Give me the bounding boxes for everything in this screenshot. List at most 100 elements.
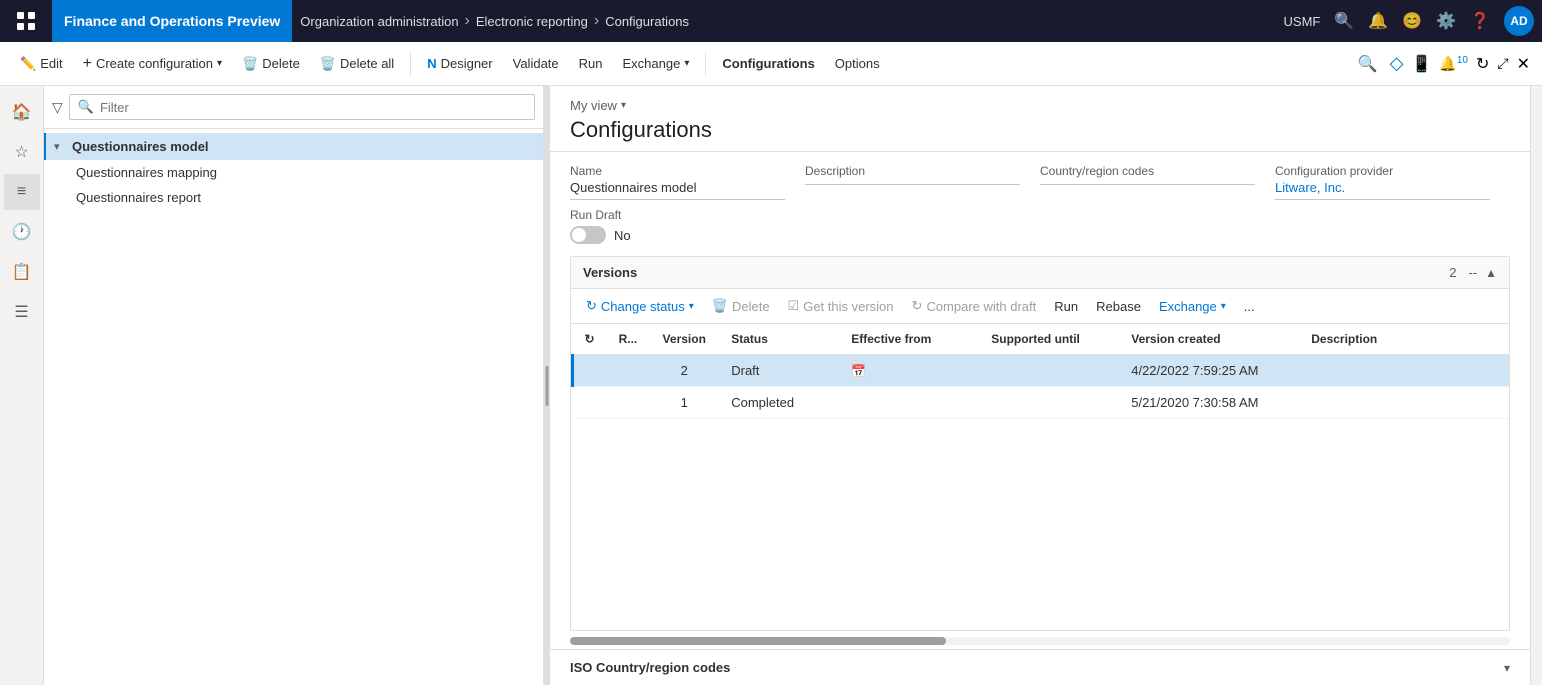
emoji-icon[interactable]: 😊 xyxy=(1402,11,1422,31)
table-header-row: ↻ R... Version Status Effective from Sup… xyxy=(573,324,1510,355)
row1-r xyxy=(607,355,650,387)
versions-header: Versions 2 -- ▲ xyxy=(571,257,1509,289)
row1-supported xyxy=(979,355,1119,387)
diamond-icon[interactable]: ◇ xyxy=(1390,53,1404,74)
refresh-icon[interactable]: ↻ xyxy=(1476,54,1489,74)
right-scrollbar[interactable] xyxy=(1530,86,1542,685)
user-company: USMF xyxy=(1284,14,1321,29)
iso-section[interactable]: ISO Country/region codes ▾ xyxy=(550,649,1530,685)
row1-effective: 📅 xyxy=(839,355,979,387)
run-draft-toggle[interactable] xyxy=(570,226,606,244)
sidebar-list-icon[interactable]: ☰ xyxy=(4,294,40,330)
compare-with-draft-button[interactable]: ↻ Compare with draft xyxy=(905,295,1044,317)
versions-collapse-icon[interactable]: ▲ xyxy=(1485,266,1497,280)
name-label: Name xyxy=(570,164,785,178)
plus-icon: + xyxy=(83,55,92,73)
mobile-icon[interactable]: 📱 xyxy=(1412,54,1432,74)
toolbar-search-icon[interactable]: 🔍 xyxy=(1358,54,1378,74)
rebase-button[interactable]: Rebase xyxy=(1089,296,1148,317)
options-button[interactable]: Options xyxy=(827,52,888,75)
sidebar-clock-icon[interactable]: 🕐 xyxy=(4,214,40,250)
table-row[interactable]: 2 Draft 📅 4/22/2022 7:59:25 AM xyxy=(573,355,1510,387)
name-value: Questionnaires model xyxy=(570,180,785,200)
search-icon: 🔍 xyxy=(78,99,94,115)
change-status-button[interactable]: ↻ Change status ▾ xyxy=(579,295,701,317)
designer-button[interactable]: N Designer xyxy=(419,52,500,75)
get-this-version-button[interactable]: ☑ Get this version xyxy=(781,295,901,317)
compare-with-draft-label: Compare with draft xyxy=(926,299,1036,314)
search-box[interactable]: 🔍 xyxy=(69,94,535,120)
get-this-version-label: Get this version xyxy=(803,299,893,314)
calendar-icon[interactable]: 📅 xyxy=(851,364,866,378)
col-header-status[interactable]: Status xyxy=(719,324,839,355)
validate-label: Validate xyxy=(513,56,559,71)
tree-item-report[interactable]: Questionnaires report xyxy=(44,185,543,210)
main-toolbar: ✏️ Edit + Create configuration ▾ 🗑️ Dele… xyxy=(0,42,1542,86)
top-nav-right: USMF 🔍 🔔 😊 ⚙️ ❓ AD xyxy=(1284,6,1534,36)
form-field-description: Description xyxy=(805,164,1040,200)
col-header-version[interactable]: Version xyxy=(649,324,719,355)
my-view-dropdown[interactable]: My view ▾ xyxy=(570,98,1510,113)
description-label: Description xyxy=(805,164,1020,178)
col-header-description[interactable]: Description xyxy=(1299,324,1509,355)
settings-icon[interactable]: ⚙️ xyxy=(1436,11,1456,31)
panel-header: My view ▾ Configurations xyxy=(550,86,1530,152)
more-options-button[interactable]: ... xyxy=(1237,296,1262,317)
run-button[interactable]: Run xyxy=(571,52,611,75)
close-icon[interactable]: ✕ xyxy=(1517,54,1530,74)
sidebar-filter-icon[interactable]: ≡ xyxy=(4,174,40,210)
resize-handle[interactable] xyxy=(544,86,550,685)
filter-input[interactable] xyxy=(100,100,526,115)
change-status-label: Change status xyxy=(601,299,685,314)
col-header-created[interactable]: Version created xyxy=(1119,324,1299,355)
my-view-chevron: ▾ xyxy=(621,100,626,111)
form-field-name: Name Questionnaires model xyxy=(570,164,805,200)
provider-value[interactable]: Litware, Inc. xyxy=(1275,180,1490,200)
help-icon[interactable]: ❓ xyxy=(1470,11,1490,31)
bell-icon[interactable]: 🔔 xyxy=(1368,11,1388,31)
delete-button[interactable]: 🗑️ Delete xyxy=(234,52,308,76)
left-panel-header: ▽ 🔍 xyxy=(44,86,543,129)
col-header-refresh: ↻ xyxy=(573,324,607,355)
sidebar-home-icon[interactable]: 🏠 xyxy=(4,94,40,130)
breadcrumb-sep-2: › xyxy=(594,12,599,30)
versions-count: 2 xyxy=(1449,265,1456,280)
edit-button[interactable]: ✏️ Edit xyxy=(12,52,71,76)
app-title: Finance and Operations Preview xyxy=(52,0,292,42)
form-field-country: Country/region codes xyxy=(1040,164,1275,200)
configurations-button[interactable]: Configurations xyxy=(714,52,822,75)
versions-section: Versions 2 -- ▲ ↻ Change status ▾ 🗑️ Del… xyxy=(570,256,1510,631)
tree-child-mapping-label: Questionnaires mapping xyxy=(76,165,217,180)
horizontal-scrollbar[interactable] xyxy=(570,637,1510,645)
col-header-effective[interactable]: Effective from xyxy=(839,324,979,355)
breadcrumb-er[interactable]: Electronic reporting xyxy=(476,14,588,29)
filter-icon[interactable]: ▽ xyxy=(52,99,63,116)
options-label: Options xyxy=(835,56,880,71)
app-grid-icon[interactable] xyxy=(8,3,44,39)
versions-exchange-button[interactable]: Exchange ▾ xyxy=(1152,296,1233,317)
user-avatar[interactable]: AD xyxy=(1504,6,1534,36)
sidebar-calendar-icon[interactable]: 📋 xyxy=(4,254,40,290)
col-header-supported[interactable]: Supported until xyxy=(979,324,1119,355)
expand-icon[interactable]: ⤢ xyxy=(1497,55,1508,72)
versions-exchange-chevron: ▾ xyxy=(1221,301,1226,312)
versions-delete-button[interactable]: 🗑️ Delete xyxy=(705,295,777,317)
tree-item-root[interactable]: ▾ Questionnaires model xyxy=(44,133,543,160)
designer-icon: N xyxy=(427,56,436,71)
tree-root-label: Questionnaires model xyxy=(72,139,209,154)
create-config-button[interactable]: + Create configuration ▾ xyxy=(75,51,230,77)
sidebar-star-icon[interactable]: ☆ xyxy=(4,134,40,170)
validate-button[interactable]: Validate xyxy=(505,52,567,75)
breadcrumb-org[interactable]: Organization administration xyxy=(300,14,458,29)
delete-all-button[interactable]: 🗑️ Delete all xyxy=(312,52,402,76)
versions-run-button[interactable]: Run xyxy=(1047,296,1085,317)
exchange-label: Exchange xyxy=(623,56,681,71)
exchange-button[interactable]: Exchange ▾ xyxy=(615,52,698,75)
badge-10-icon[interactable]: 🔔10 xyxy=(1439,55,1468,73)
tree-item-mapping[interactable]: Questionnaires mapping xyxy=(44,160,543,185)
breadcrumb-configs[interactable]: Configurations xyxy=(605,14,689,29)
search-nav-icon[interactable]: 🔍 xyxy=(1334,11,1354,31)
iso-title: ISO Country/region codes xyxy=(570,660,1504,675)
expand-icon: ▾ xyxy=(54,140,68,153)
table-row[interactable]: 1 Completed 5/21/2020 7:30:58 AM xyxy=(573,387,1510,419)
